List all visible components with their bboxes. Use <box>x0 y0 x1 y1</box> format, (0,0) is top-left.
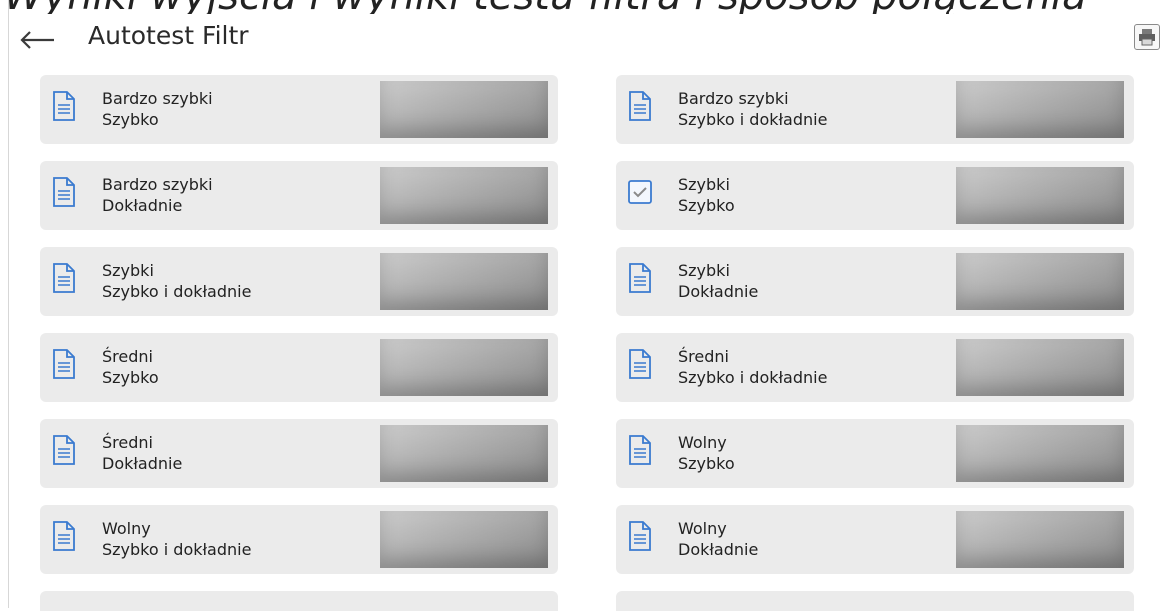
result-card[interactable]: Bardzo szybki Szybko i dokładnie <box>616 75 1134 144</box>
result-line-2: Dokładnie <box>678 540 759 559</box>
result-card[interactable]: Średni Szybko i dokładnie <box>616 333 1134 402</box>
print-button[interactable] <box>1134 24 1160 50</box>
preview-swatch <box>380 339 548 396</box>
preview-swatch <box>380 425 548 482</box>
result-card[interactable]: Bardzo szybki Dokładnie <box>40 161 558 230</box>
result-line-1: Bardzo szybki <box>102 175 213 194</box>
preview-swatch <box>380 511 548 568</box>
result-line-2: Dokładnie <box>102 196 183 215</box>
document-icon <box>52 435 76 465</box>
result-line-1: Średni <box>678 347 729 366</box>
result-text: Wolny Szybko i dokładnie <box>102 518 251 560</box>
result-line-1: Wolny <box>102 519 151 538</box>
left-edge-divider <box>8 0 9 608</box>
header-bar: Autotest Filtr <box>0 16 1166 64</box>
preview-swatch <box>380 167 548 224</box>
result-line-2: Szybko i dokładnie <box>678 110 828 129</box>
result-text: Bardzo szybki Szybko i dokładnie <box>678 88 827 130</box>
result-line-1: Wolny <box>678 519 727 538</box>
preview-swatch <box>956 167 1124 224</box>
result-card-partial[interactable] <box>616 591 1134 611</box>
result-line-1: Szybki <box>678 175 730 194</box>
result-card[interactable]: Wolny Szybko i dokładnie <box>40 505 558 574</box>
document-icon <box>52 349 76 379</box>
result-line-1: Bardzo szybki <box>678 89 789 108</box>
result-card-partial[interactable] <box>40 591 558 611</box>
document-icon <box>52 177 76 207</box>
document-icon <box>52 91 76 121</box>
result-line-2: Szybko <box>102 368 159 387</box>
preview-swatch <box>956 511 1124 568</box>
result-line-1: Bardzo szybki <box>102 89 213 108</box>
result-line-1: Wolny <box>678 433 727 452</box>
result-card[interactable]: Wolny Dokładnie <box>616 505 1134 574</box>
result-text: Średni Szybko i dokładnie <box>678 346 827 388</box>
result-text: Wolny Dokładnie <box>678 518 758 560</box>
result-line-1: Średni <box>102 347 153 366</box>
result-line-2: Szybko <box>678 196 735 215</box>
result-line-2: Szybko <box>678 454 735 473</box>
printer-icon <box>1139 29 1155 46</box>
result-line-2: Szybko i dokładnie <box>678 368 828 387</box>
preview-swatch <box>956 81 1124 138</box>
result-card[interactable]: Średni Dokładnie <box>40 419 558 488</box>
preview-swatch <box>380 253 548 310</box>
result-card[interactable]: Szybki Szybko <box>616 161 1134 230</box>
document-icon <box>628 91 652 121</box>
result-line-2: Szybko i dokładnie <box>102 540 252 559</box>
document-icon <box>628 349 652 379</box>
result-line-2: Dokładnie <box>102 454 183 473</box>
document-icon <box>628 263 652 293</box>
page-title: Autotest Filtr <box>88 21 249 50</box>
result-text: Szybki Dokładnie <box>678 260 758 302</box>
preview-swatch <box>956 425 1124 482</box>
result-text: Bardzo szybki Dokładnie <box>102 174 213 216</box>
result-card[interactable]: Bardzo szybki Szybko <box>40 75 558 144</box>
preview-swatch <box>956 339 1124 396</box>
results-grid: Bardzo szybki Szybko Bardzo szybki Szybk… <box>40 75 1134 611</box>
result-line-1: Szybki <box>678 261 730 280</box>
result-card[interactable]: Szybki Szybko i dokładnie <box>40 247 558 316</box>
result-text: Średni Szybko <box>102 346 159 388</box>
result-text: Szybki Szybko <box>678 174 735 216</box>
preview-swatch <box>380 81 548 138</box>
result-line-1: Średni <box>102 433 153 452</box>
checkbox-checked-icon <box>628 177 652 207</box>
result-text: Szybki Szybko i dokładnie <box>102 260 251 302</box>
document-icon <box>52 263 76 293</box>
result-card[interactable]: Średni Szybko <box>40 333 558 402</box>
preview-swatch <box>956 253 1124 310</box>
top-cut-text: Wyniki wyjścia i wyniki testu filtra i s… <box>0 0 1166 14</box>
result-text: Wolny Szybko <box>678 432 735 474</box>
result-line-2: Szybko i dokładnie <box>102 282 252 301</box>
result-line-2: Dokładnie <box>678 282 759 301</box>
back-arrow-icon[interactable] <box>20 30 56 50</box>
document-icon <box>52 521 76 551</box>
result-text: Bardzo szybki Szybko <box>102 88 213 130</box>
result-text: Średni Dokładnie <box>102 432 182 474</box>
result-line-2: Szybko <box>102 110 159 129</box>
result-card[interactable]: Szybki Dokładnie <box>616 247 1134 316</box>
result-line-1: Szybki <box>102 261 154 280</box>
document-icon <box>628 521 652 551</box>
result-card[interactable]: Wolny Szybko <box>616 419 1134 488</box>
document-icon <box>628 435 652 465</box>
